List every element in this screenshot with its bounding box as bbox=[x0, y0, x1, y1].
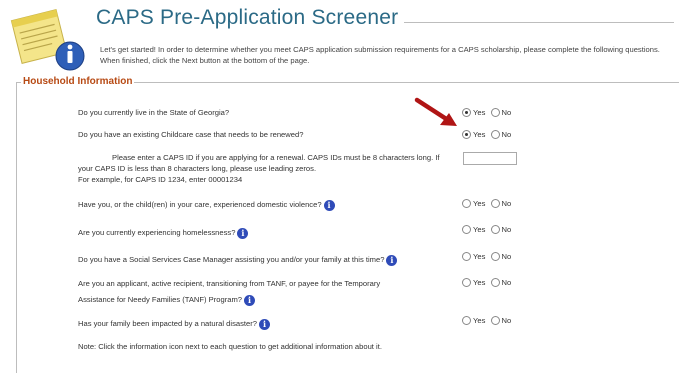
info-note: Note: Click the information icon next to… bbox=[78, 342, 382, 351]
no-label: No bbox=[501, 107, 512, 117]
domestic-violence-options: Yes No bbox=[462, 198, 514, 208]
yes-label: Yes bbox=[473, 198, 486, 208]
question-renewal: Do you have an existing Childcare case t… bbox=[78, 129, 303, 140]
question-text-line-1: Are you an applicant, active recipient, … bbox=[78, 279, 381, 288]
no-label: No bbox=[501, 315, 512, 325]
no-label: No bbox=[501, 224, 512, 234]
yes-label: Yes bbox=[473, 224, 486, 234]
natural-disaster-yes-radio[interactable] bbox=[462, 315, 471, 325]
homelessness-yes-radio[interactable] bbox=[462, 224, 471, 234]
yes-label: Yes bbox=[473, 315, 486, 325]
no-label: No bbox=[501, 277, 512, 287]
homelessness-options: Yes No bbox=[462, 224, 514, 234]
natural-disaster-no-radio[interactable] bbox=[490, 315, 500, 325]
question-homelessness: Are you currently experiencing homelessn… bbox=[78, 227, 249, 239]
georgia-no-radio[interactable] bbox=[490, 107, 500, 117]
case-manager-no-radio[interactable] bbox=[490, 251, 500, 261]
no-label: No bbox=[501, 198, 512, 208]
notepad-info-icon bbox=[10, 8, 85, 71]
question-text: Do you have a Social Services Case Manag… bbox=[78, 255, 385, 264]
question-natural-disaster: Has your family been impacted by a natur… bbox=[78, 318, 270, 330]
question-text: Has your family been impacted by a natur… bbox=[78, 319, 257, 328]
red-arrow-annotation bbox=[414, 97, 457, 126]
caps-id-line-1: Please enter a CAPS ID if you are applyi… bbox=[112, 153, 440, 162]
info-icon[interactable]: i bbox=[237, 227, 249, 239]
info-icon[interactable]: i bbox=[323, 199, 335, 211]
caps-id-instructions: Please enter a CAPS ID if you are applyi… bbox=[78, 152, 468, 185]
case-manager-yes-radio[interactable] bbox=[462, 251, 471, 261]
question-text-line-2: Assistance for Needy Families (TANF) Pro… bbox=[78, 295, 243, 304]
title-divider bbox=[404, 22, 674, 23]
yes-label: Yes bbox=[473, 129, 486, 139]
question-text: Do you have an existing Childcare case t… bbox=[78, 130, 304, 139]
case-manager-options: Yes No bbox=[462, 251, 514, 261]
question-text: Are you currently experiencing homelessn… bbox=[78, 228, 236, 237]
georgia-yes-radio[interactable] bbox=[462, 107, 471, 117]
yes-label: Yes bbox=[473, 277, 486, 287]
info-icon[interactable]: i bbox=[244, 294, 256, 306]
intro-text: Let's get started! In order to determine… bbox=[100, 45, 660, 65]
domestic-violence-yes-radio[interactable] bbox=[462, 198, 471, 208]
question-tanf: Are you an applicant, active recipient, … bbox=[78, 278, 380, 306]
renewal-yes-radio[interactable] bbox=[462, 129, 471, 139]
caps-id-line-3: For example, for CAPS ID 1234, enter 000… bbox=[78, 175, 243, 184]
info-icon[interactable]: i bbox=[386, 254, 398, 266]
no-label: No bbox=[501, 129, 512, 139]
domestic-violence-no-radio[interactable] bbox=[490, 198, 500, 208]
question-domestic-violence: Have you, or the child(ren) in your care… bbox=[78, 199, 335, 211]
no-label: No bbox=[501, 251, 512, 261]
tanf-yes-radio[interactable] bbox=[462, 277, 471, 287]
question-text: Do you currently live in the State of Ge… bbox=[78, 108, 230, 117]
georgia-options: Yes No bbox=[462, 107, 514, 117]
renewal-options: Yes No bbox=[462, 129, 514, 139]
homelessness-no-radio[interactable] bbox=[490, 224, 500, 234]
yes-label: Yes bbox=[473, 251, 486, 261]
tanf-no-radio[interactable] bbox=[490, 277, 500, 287]
caps-id-input[interactable] bbox=[463, 152, 517, 165]
question-georgia: Do you currently live in the State of Ge… bbox=[78, 107, 229, 118]
info-icon[interactable]: i bbox=[258, 318, 270, 330]
question-text: Have you, or the child(ren) in your care… bbox=[78, 200, 322, 209]
caps-id-line-2: your CAPS ID is less than 8 characters l… bbox=[78, 164, 317, 173]
section-legend: Household Information bbox=[21, 76, 135, 87]
yes-label: Yes bbox=[473, 107, 486, 117]
page-title: CAPS Pre-Application Screener bbox=[96, 6, 399, 29]
natural-disaster-options: Yes No bbox=[462, 315, 514, 325]
renewal-no-radio[interactable] bbox=[490, 129, 500, 139]
question-case-manager: Do you have a Social Services Case Manag… bbox=[78, 254, 398, 266]
tanf-options: Yes No bbox=[462, 277, 514, 287]
